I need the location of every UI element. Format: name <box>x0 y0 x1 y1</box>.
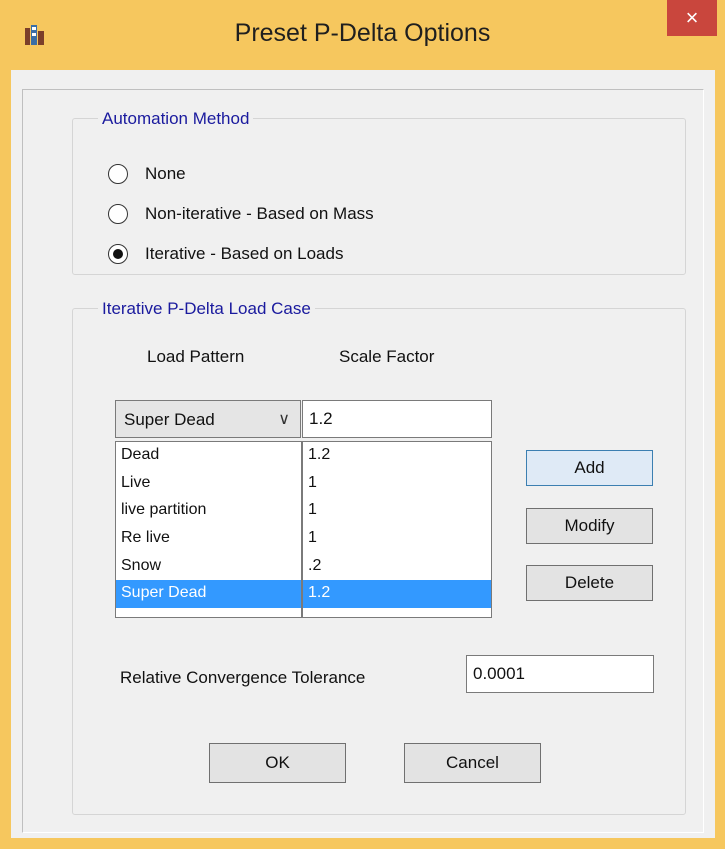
ok-button[interactable]: OK <box>209 743 346 783</box>
dialog-window: Preset P-Delta Options × Automation Meth… <box>0 0 725 849</box>
list-item[interactable]: .2 <box>303 553 491 581</box>
close-icon: × <box>685 5 699 30</box>
list-item[interactable]: 1.2 <box>303 580 491 609</box>
load-case-legend: Iterative P-Delta Load Case <box>98 299 315 319</box>
modify-button[interactable]: Modify <box>526 508 653 544</box>
delete-button[interactable]: Delete <box>526 565 653 601</box>
dialog-frame: Automation Method None Non-iterative - B… <box>22 89 704 833</box>
list-item[interactable]: Snow <box>116 553 301 581</box>
scale-factor-input[interactable]: 1.2 <box>302 400 492 438</box>
radio-iterative[interactable]: Iterative - Based on Loads <box>108 241 343 267</box>
list-item[interactable]: 1 <box>303 525 491 553</box>
list-item[interactable]: live partition <box>116 497 301 525</box>
list-item[interactable]: 1.2 <box>303 442 491 470</box>
tolerance-label: Relative Convergence Tolerance <box>120 668 366 687</box>
radio-none-label: None <box>145 164 186 183</box>
add-button[interactable]: Add <box>526 450 653 486</box>
window-title: Preset P-Delta Options <box>234 19 491 47</box>
cancel-button[interactable]: Cancel <box>404 743 541 783</box>
scale-factor-list[interactable]: 1.2 1 1 1.2 1.2 <box>302 441 492 618</box>
list-item[interactable]: 1 <box>303 497 491 525</box>
radio-none[interactable]: None <box>108 161 186 187</box>
load-pattern-selected: Super Dead <box>124 410 215 429</box>
radio-non-iterative[interactable]: Non-iterative - Based on Mass <box>108 201 374 227</box>
scale-factor-value: 1.2 <box>309 409 333 428</box>
load-pattern-header: Load Pattern <box>147 347 245 366</box>
close-button[interactable]: × <box>667 0 717 36</box>
radio-button[interactable] <box>108 244 128 264</box>
radio-button[interactable] <box>108 204 128 224</box>
title-bar[interactable]: Preset P-Delta Options × <box>0 0 725 70</box>
dialog-client-area: Automation Method None Non-iterative - B… <box>11 70 715 838</box>
chevron-down-icon[interactable]: ∨ <box>278 409 290 429</box>
scale-factor-header: Scale Factor <box>339 347 435 366</box>
list-item[interactable]: Live <box>116 470 301 498</box>
list-item[interactable]: Re live <box>116 525 301 553</box>
load-pattern-list[interactable]: Dead Live live partition Re live Snow Super D… <box>115 441 302 618</box>
tolerance-input[interactable]: 0.0001 <box>466 655 654 693</box>
radio-iterative-label: Iterative - Based on Loads <box>145 244 344 263</box>
automation-method-legend: Automation Method <box>98 109 254 129</box>
radio-non-iterative-label: Non-iterative - Based on Mass <box>145 204 374 223</box>
list-item[interactable]: 1 <box>303 470 491 498</box>
radio-button[interactable] <box>108 164 128 184</box>
list-item[interactable]: Dead <box>116 442 301 470</box>
list-item[interactable]: Super Dead <box>116 580 301 609</box>
tolerance-value: 0.0001 <box>473 664 525 683</box>
load-pattern-dropdown[interactable]: Super Dead ∨ <box>115 400 301 438</box>
